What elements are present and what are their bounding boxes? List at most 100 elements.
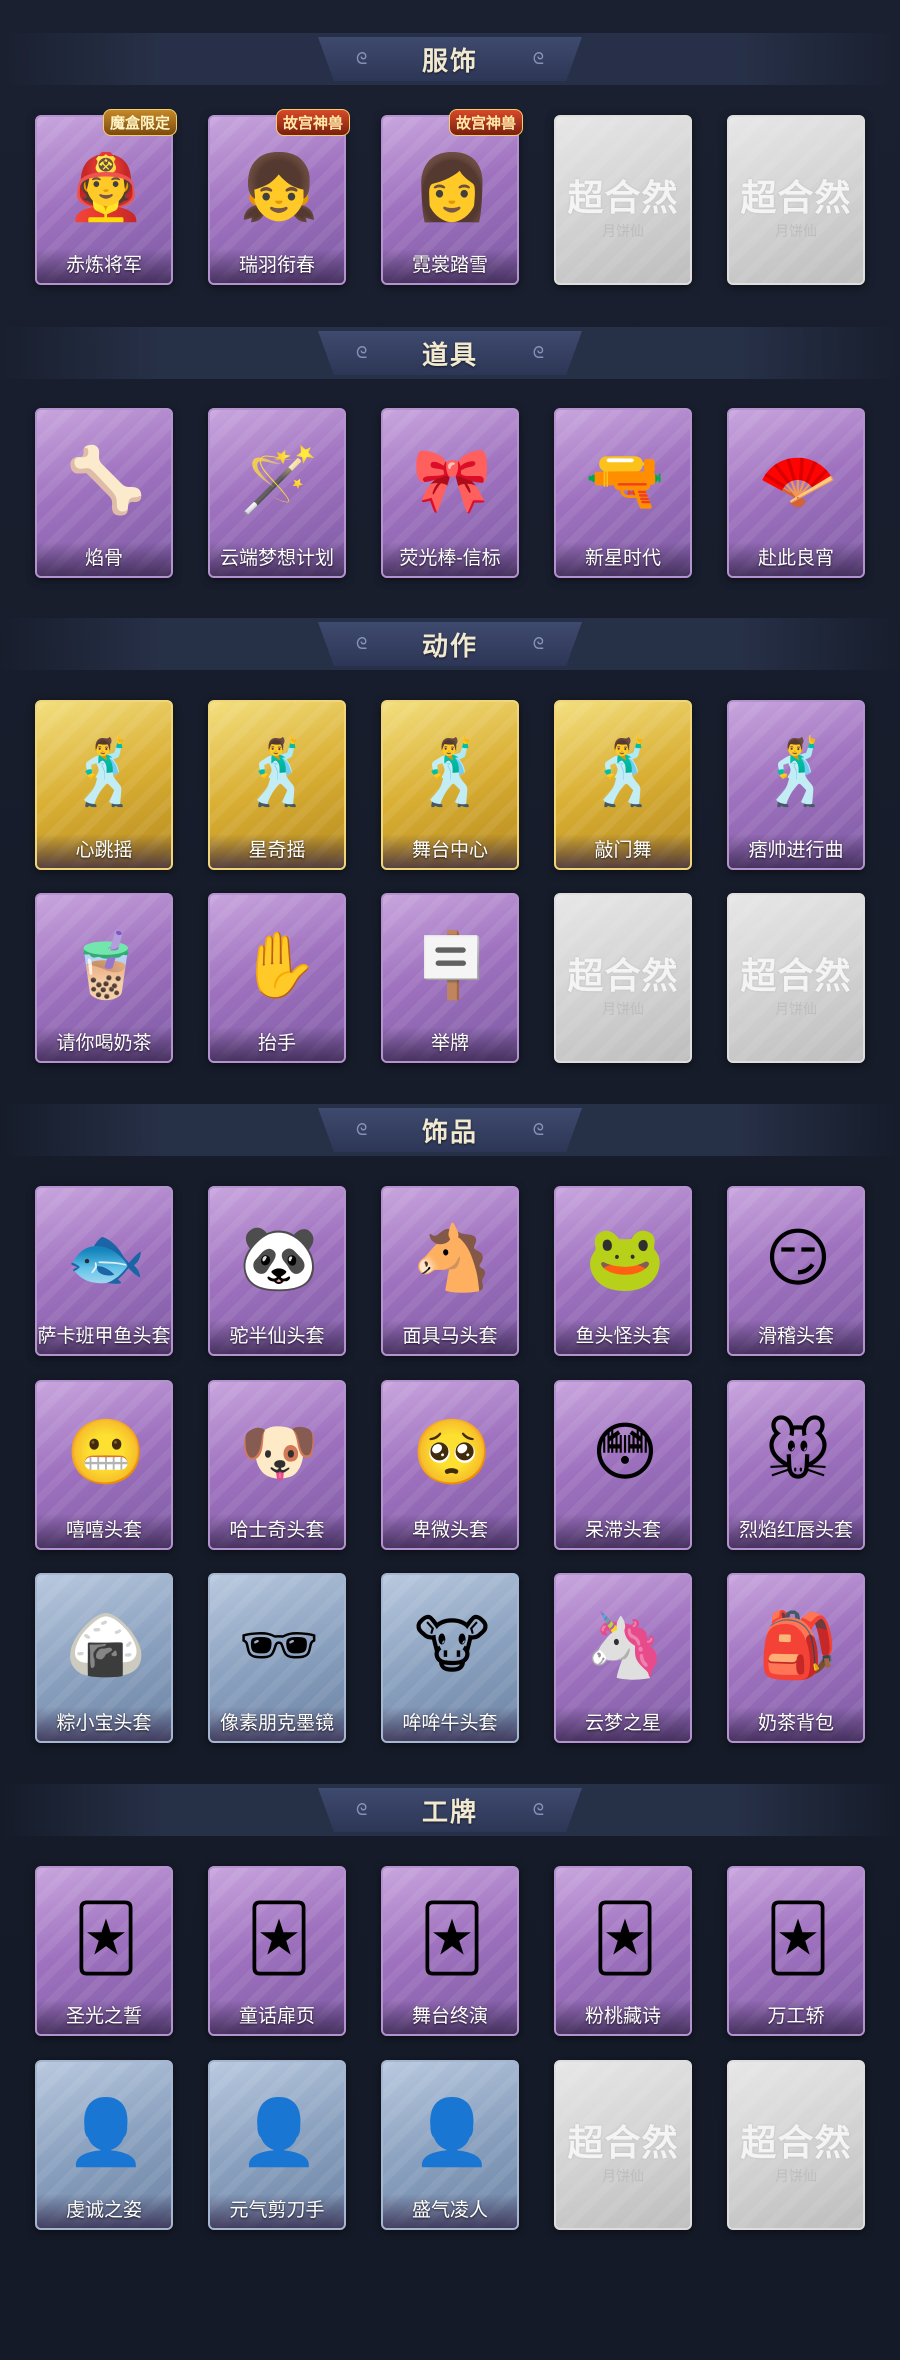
dance-pose-icon: 🕺 <box>758 735 838 808</box>
placeholder-watermark: 超合然 月饼仙 <box>729 169 863 241</box>
item-card: 🃏 圣光之誓 <box>35 1866 173 2036</box>
item-card: 🦄 云梦之星 <box>554 1573 692 1743</box>
item-label: 请你喝奶茶 <box>37 1027 171 1061</box>
item-card: ✋ 抬手 <box>208 893 346 1063</box>
item-card: 🐭 烈焰红唇头套 <box>727 1380 865 1550</box>
reward-item[interactable]: 🍙 粽小宝头套 <box>35 1573 173 1743</box>
item-card: 🐼 驼半仙头套 <box>208 1186 346 1356</box>
reward-item[interactable]: 👤 元气剪刀手 <box>208 2060 346 2230</box>
reward-item[interactable]: 🃏 圣光之誓 <box>35 1866 173 2036</box>
placeholder-title: 超合然 <box>567 2122 679 2164</box>
feather-girl-icon: 👧 <box>239 150 319 223</box>
card-badge-icon: 🃏 <box>592 1901 658 1974</box>
placeholder-title: 超合然 <box>567 955 679 997</box>
reward-item[interactable]: 🪄 云端梦想计划 <box>208 408 346 578</box>
placeholder-subtitle: 月饼仙 <box>602 223 644 239</box>
reward-item[interactable]: 🕺 星奇摇 <box>208 700 346 870</box>
bear-head-icon: 🐼 <box>239 1221 319 1294</box>
item-label: 霓裳踏雪 <box>383 249 517 283</box>
reward-item[interactable]: 🧑‍🚒 赤炼将军 魔盒限定 <box>35 109 177 285</box>
item-card: 🪭 赴此良宵 <box>727 408 865 578</box>
reward-item[interactable]: 🐟 萨卡班甲鱼头套 <box>35 1186 173 1356</box>
item-card: 超合然 月饼仙 <box>554 115 692 285</box>
reward-item[interactable]: 🎀 荧光棒-信标 <box>381 408 519 578</box>
item-card: 🐸 鱼头怪头套 <box>554 1186 692 1356</box>
placeholder-subtitle: 月饼仙 <box>775 2168 817 2184</box>
item-card: 🕺 痞帅进行曲 <box>727 700 865 870</box>
placeholder-title: 超合然 <box>740 955 852 997</box>
section-banner-badges: ᘓ 工牌 ᘓ <box>318 1788 582 1832</box>
reward-item[interactable]: 🃏 万工轿 <box>727 1866 865 2036</box>
item-label: 童话扉页 <box>210 2000 344 2034</box>
item-card: 🃏 童话扉页 <box>208 1866 346 2036</box>
reward-item[interactable]: 😳 呆滞头套 <box>554 1380 692 1550</box>
reward-item[interactable]: ✋ 抬手 <box>208 893 346 1063</box>
item-label: 粉桃藏诗 <box>556 2000 690 2034</box>
reward-item[interactable]: 🪭 赴此良宵 <box>727 408 865 578</box>
reward-item[interactable]: 🎒 奶茶背包 <box>727 1573 865 1743</box>
reward-item[interactable]: 🐴 面具马头套 <box>381 1186 519 1356</box>
placeholder-subtitle: 月饼仙 <box>775 223 817 239</box>
item-label: 云端梦想计划 <box>210 542 344 576</box>
reward-item[interactable]: 👤 虔诚之姿 <box>35 2060 173 2230</box>
reward-item[interactable]: 🕺 心跳摇 <box>35 700 173 870</box>
card-badge-icon: 🃏 <box>246 1901 312 1974</box>
reward-item[interactable]: 🐮 哞哞牛头套 <box>381 1573 519 1743</box>
item-card: 超合然 月饼仙 <box>554 2060 692 2230</box>
reward-item[interactable]: 🐶 哈士奇头套 <box>208 1380 346 1550</box>
item-label: 烈焰红唇头套 <box>729 1514 863 1548</box>
reward-item[interactable]: 🕶 像素朋克墨镜 <box>208 1573 346 1743</box>
locked-item-slot[interactable]: 超合然 月饼仙 <box>727 893 865 1063</box>
reward-item[interactable]: 🪧 举牌 <box>381 893 519 1063</box>
section-banner-accessories: ᘓ 饰品 ᘓ <box>318 1108 582 1152</box>
reward-item[interactable]: 🃏 粉桃藏诗 <box>554 1866 692 2036</box>
placeholder-watermark: 超合然 月饼仙 <box>556 2114 690 2186</box>
reward-item[interactable]: 🦴 焰骨 <box>35 408 173 578</box>
item-label: 呆滞头套 <box>556 1514 690 1548</box>
reward-item[interactable]: 🃏 童话扉页 <box>208 1866 346 2036</box>
raise-hand-icon: ✋ <box>239 928 319 1001</box>
reward-item[interactable]: 👩 霓裳踏雪 故宫神兽 <box>381 109 523 285</box>
reward-item[interactable]: 🥺 卑微头套 <box>381 1380 519 1550</box>
placeholder-subtitle: 月饼仙 <box>775 1001 817 1017</box>
section-title: 饰品 <box>421 1116 478 1147</box>
reward-item[interactable]: 🐸 鱼头怪头套 <box>554 1186 692 1356</box>
reward-item[interactable]: 🕺 舞台中心 <box>381 700 519 870</box>
reward-item[interactable]: 🃏 舞台终演 <box>381 1866 519 2036</box>
locked-item-slot[interactable]: 超合然 月饼仙 <box>727 115 865 285</box>
item-label: 荧光棒-信标 <box>383 542 517 576</box>
item-label: 嘻嘻头套 <box>37 1514 171 1548</box>
item-card: 🎀 荧光棒-信标 <box>381 408 519 578</box>
section-title: 服饰 <box>421 45 478 76</box>
section-title: 工牌 <box>421 1796 478 1827</box>
reward-item[interactable]: 👤 盛气凌人 <box>381 2060 519 2230</box>
funny-face-icon: 😏 <box>764 1221 832 1294</box>
reward-item[interactable]: 🧋 请你喝奶茶 <box>35 893 173 1063</box>
locked-item-slot[interactable]: 超合然 月饼仙 <box>727 2060 865 2230</box>
dance-pose-icon: 🕺 <box>585 735 665 808</box>
reward-item[interactable]: 🐼 驼半仙头套 <box>208 1186 346 1356</box>
item-label: 圣光之誓 <box>37 2000 171 2034</box>
locked-item-slot[interactable]: 超合然 月饼仙 <box>554 893 692 1063</box>
item-card: 🐴 面具马头套 <box>381 1186 519 1356</box>
reward-item[interactable]: 👧 瑞羽衔春 故宫神兽 <box>208 109 350 285</box>
item-card: 🍙 粽小宝头套 <box>35 1573 173 1743</box>
item-label: 粽小宝头套 <box>37 1707 171 1741</box>
reward-item[interactable]: 🔫 新星时代 <box>554 408 692 578</box>
reward-item[interactable]: 🕺 敲门舞 <box>554 700 692 870</box>
placeholder-title: 超合然 <box>740 177 852 219</box>
locked-item-slot[interactable]: 超合然 月饼仙 <box>554 2060 692 2230</box>
grin-face-icon: 😬 <box>66 1415 146 1488</box>
item-label: 焰骨 <box>37 542 171 576</box>
limited-tag-badge: 故宫神兽 <box>448 109 523 136</box>
reward-item[interactable]: 🐭 烈焰红唇头套 <box>727 1380 865 1550</box>
locked-item-slot[interactable]: 超合然 月饼仙 <box>554 115 692 285</box>
snow-girl-icon: 👩 <box>412 150 492 223</box>
reward-item[interactable]: 🦄 云梦之星 <box>554 1573 692 1743</box>
reward-item[interactable]: 😏 滑稽头套 <box>727 1186 865 1356</box>
item-label: 卑微头套 <box>383 1514 517 1548</box>
item-label: 云梦之星 <box>556 1707 690 1741</box>
item-label: 举牌 <box>383 1027 517 1061</box>
reward-item[interactable]: 😬 嘻嘻头套 <box>35 1380 173 1550</box>
reward-item[interactable]: 🕺 痞帅进行曲 <box>727 700 865 870</box>
